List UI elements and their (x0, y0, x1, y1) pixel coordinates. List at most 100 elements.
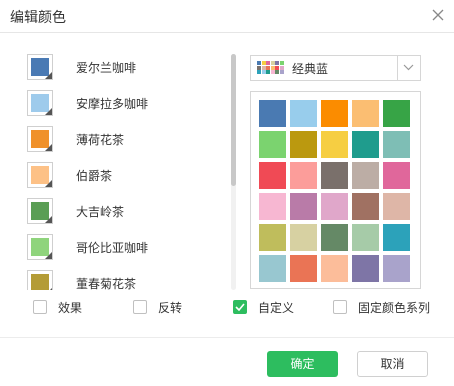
fixed-color-series-checkbox[interactable] (333, 300, 347, 314)
corner-triangle-icon (45, 216, 52, 223)
preview-dot (279, 61, 284, 65)
list-item[interactable]: 董春菊花茶 (27, 270, 227, 290)
list-item-label: 哥伦比亚咖啡 (76, 241, 149, 255)
list-item-label: 爱尔兰咖啡 (76, 61, 137, 75)
cancel-button[interactable]: 取消 (357, 351, 428, 377)
effect-checkbox[interactable] (33, 300, 47, 314)
palette-cell[interactable] (321, 193, 348, 220)
edit-color-dialog: 编辑颜色 爱尔兰咖啡 安摩拉多咖啡 薄荷花茶 伯爵茶 大吉岭茶 哥伦比亚咖啡 董… (0, 0, 454, 386)
corner-triangle-icon (45, 180, 52, 187)
option-effect[interactable]: 效果 (33, 300, 103, 316)
palette-cell[interactable] (290, 255, 317, 282)
corner-triangle-icon (45, 72, 52, 79)
palette-cell[interactable] (321, 100, 348, 127)
color-scheme-select[interactable]: 经典蓝 (250, 55, 421, 81)
color-swatch[interactable] (27, 270, 53, 290)
palette-cell[interactable] (259, 100, 286, 127)
color-swatch[interactable] (27, 198, 53, 224)
palette-cell[interactable] (290, 193, 317, 220)
preview-dot (257, 65, 261, 70)
list-item[interactable]: 大吉岭茶 (27, 198, 227, 226)
preview-dot (270, 70, 275, 75)
option-custom[interactable]: 自定义 (233, 300, 303, 316)
preview-dot (266, 70, 270, 75)
palette-cell[interactable] (352, 255, 379, 282)
preview-dot (270, 65, 275, 70)
preview-dot (257, 70, 261, 75)
list-item-label: 董春菊花茶 (76, 277, 137, 290)
color-swatch[interactable] (27, 54, 53, 80)
preview-dot (261, 70, 266, 75)
palette-cell[interactable] (352, 224, 379, 251)
scheme-preview-icon (257, 61, 284, 75)
preview-dot (261, 65, 266, 70)
list-scrollbar[interactable] (231, 54, 236, 290)
preview-dot (279, 65, 284, 70)
list-item[interactable]: 哥伦比亚咖啡 (27, 234, 227, 262)
preview-dot (279, 70, 284, 75)
palette-cell[interactable] (259, 255, 286, 282)
corner-triangle-icon (45, 108, 52, 115)
corner-triangle-icon (45, 252, 52, 259)
palette-cell[interactable] (321, 162, 348, 189)
preview-dot (266, 65, 270, 70)
corner-triangle-icon (45, 288, 52, 290)
list-item[interactable]: 薄荷花茶 (27, 126, 227, 154)
color-swatch[interactable] (27, 234, 53, 260)
palette-cell[interactable] (290, 224, 317, 251)
ok-button[interactable]: 确定 (267, 351, 338, 377)
reverse-label: 反转 (158, 301, 183, 315)
checkmark-icon (235, 303, 245, 311)
palette-cell[interactable] (259, 131, 286, 158)
reverse-checkbox[interactable] (133, 300, 147, 314)
color-swatch[interactable] (27, 126, 53, 152)
palette-cell[interactable] (321, 255, 348, 282)
option-reverse[interactable]: 反转 (133, 300, 203, 316)
palette-cell[interactable] (321, 131, 348, 158)
color-swatch[interactable] (27, 90, 53, 116)
footer-divider (0, 337, 454, 338)
color-palette-grid (250, 91, 421, 289)
scroll-thumb[interactable] (231, 54, 236, 186)
preview-dot (257, 61, 261, 65)
corner-triangle-icon (45, 144, 52, 151)
palette-cell[interactable] (290, 162, 317, 189)
dropdown-button[interactable] (397, 56, 420, 80)
preview-dot (275, 61, 279, 65)
preview-dot (266, 61, 270, 65)
palette-cell[interactable] (352, 193, 379, 220)
color-series-list[interactable]: 爱尔兰咖啡 安摩拉多咖啡 薄荷花茶 伯爵茶 大吉岭茶 哥伦比亚咖啡 董春菊花茶 (27, 54, 239, 290)
scheme-label: 经典蓝 (292, 62, 329, 76)
palette-cell[interactable] (383, 162, 410, 189)
option-fixed-color-series[interactable]: 固定颜色系列 (333, 300, 433, 316)
list-item[interactable]: 安摩拉多咖啡 (27, 90, 227, 118)
fixed-color-series-label: 固定颜色系列 (358, 301, 431, 315)
palette-cell[interactable] (352, 162, 379, 189)
palette-cell[interactable] (321, 224, 348, 251)
preview-dot (275, 70, 279, 75)
effect-label: 效果 (58, 301, 83, 315)
preview-dot (270, 61, 275, 65)
palette-cell[interactable] (352, 100, 379, 127)
dialog-header: 编辑颜色 (0, 0, 454, 33)
preview-dot (261, 61, 266, 65)
palette-cell[interactable] (290, 100, 317, 127)
chevron-down-icon (403, 64, 414, 71)
palette-cell[interactable] (259, 224, 286, 251)
custom-checkbox[interactable] (233, 300, 247, 314)
palette-cell[interactable] (383, 224, 410, 251)
color-swatch[interactable] (27, 162, 53, 188)
list-item-label: 大吉岭茶 (76, 205, 125, 219)
palette-cell[interactable] (383, 255, 410, 282)
preview-dot (275, 65, 279, 70)
palette-cell[interactable] (290, 131, 317, 158)
palette-cell[interactable] (259, 193, 286, 220)
palette-cell[interactable] (383, 131, 410, 158)
palette-cell[interactable] (259, 162, 286, 189)
list-item[interactable]: 伯爵茶 (27, 162, 227, 190)
palette-cell[interactable] (383, 100, 410, 127)
palette-cell[interactable] (352, 131, 379, 158)
palette-cell[interactable] (383, 193, 410, 220)
list-item[interactable]: 爱尔兰咖啡 (27, 54, 227, 82)
close-icon[interactable] (430, 7, 446, 23)
